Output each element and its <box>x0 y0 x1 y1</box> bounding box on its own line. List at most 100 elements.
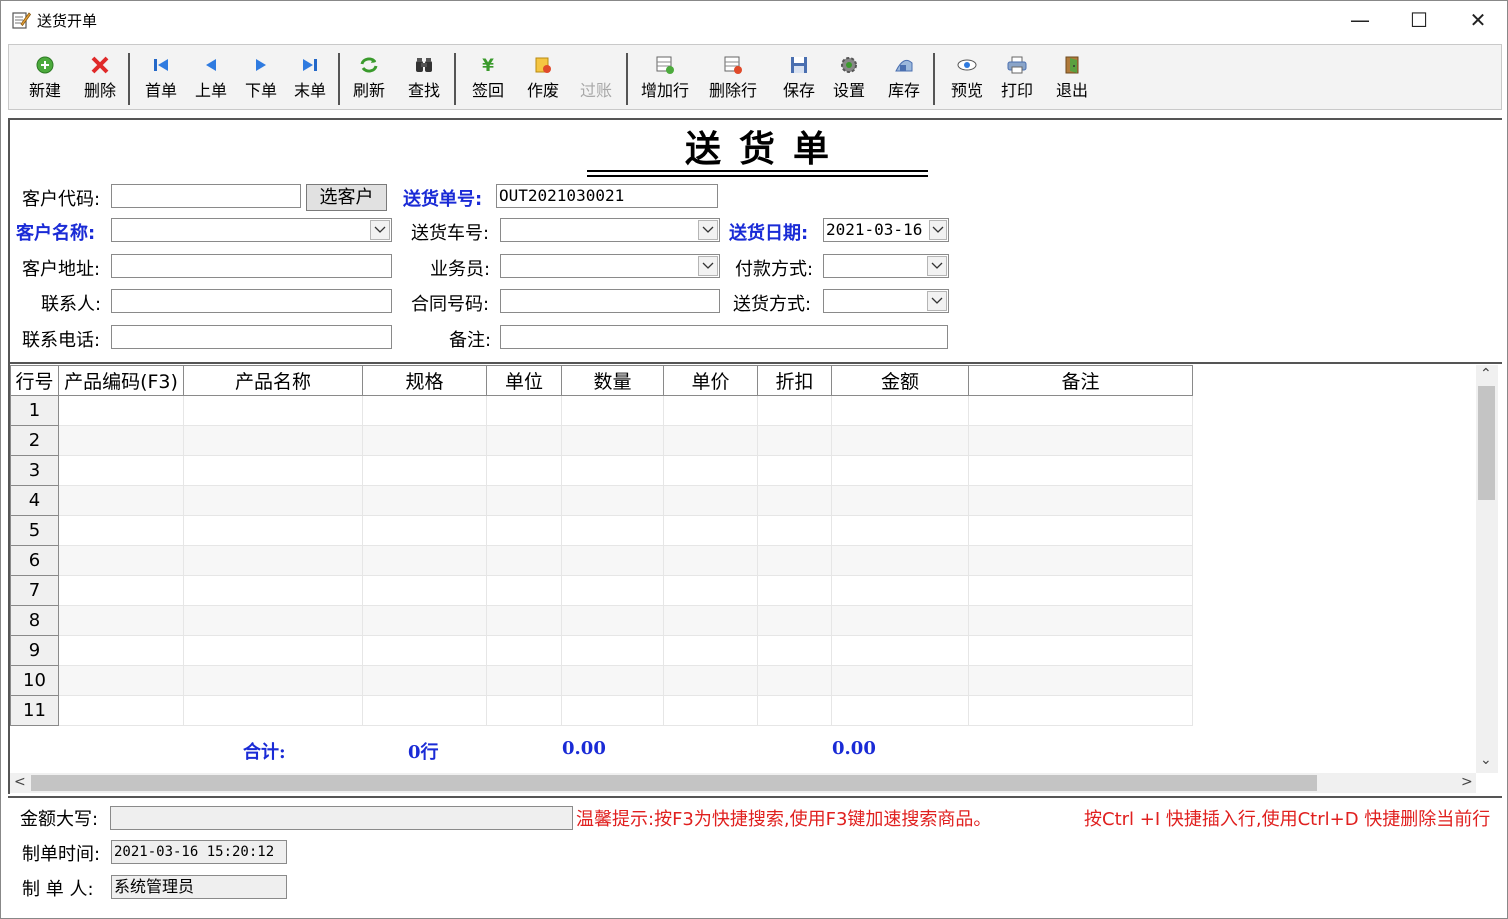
find-button[interactable]: 查找 <box>406 55 442 103</box>
scroll-up-icon[interactable]: ⌃ <box>1480 366 1492 382</box>
grid-cell[interactable] <box>58 455 184 486</box>
row-number[interactable]: 4 <box>10 485 59 516</box>
grid-column-header[interactable]: 规格 <box>362 365 487 396</box>
grid-cell[interactable] <box>486 665 562 696</box>
table-row[interactable]: 1 <box>10 395 1193 426</box>
grid-cell[interactable] <box>968 665 1193 696</box>
grid-cell[interactable] <box>58 695 184 726</box>
grid-column-header[interactable]: 金额 <box>831 365 969 396</box>
minimize-button[interactable]: — <box>1331 1 1389 39</box>
grid-cell[interactable] <box>968 485 1193 516</box>
grid-cell[interactable] <box>362 665 487 696</box>
scroll-down-icon[interactable]: ⌄ <box>1480 752 1492 768</box>
grid-cell[interactable] <box>831 485 969 516</box>
grid-cell[interactable] <box>561 425 664 456</box>
chevron-down-icon[interactable] <box>698 256 718 276</box>
grid-column-header[interactable]: 备注 <box>968 365 1193 396</box>
post-button[interactable]: 过账 <box>578 55 614 103</box>
row-number[interactable]: 2 <box>10 425 59 456</box>
contract-input[interactable] <box>500 289 720 313</box>
grid-cell[interactable] <box>968 605 1193 636</box>
row-number[interactable]: 5 <box>10 515 59 546</box>
grid-cell[interactable] <box>183 545 363 576</box>
scroll-left-icon[interactable]: < <box>14 774 26 790</box>
delete-button[interactable]: 删除 <box>82 55 118 103</box>
table-row[interactable]: 9 <box>10 635 1193 666</box>
scroll-right-icon[interactable]: > <box>1461 774 1473 790</box>
grid-column-header[interactable]: 单位 <box>486 365 562 396</box>
grid-cell[interactable] <box>58 425 184 456</box>
stock-button[interactable]: 库存 <box>886 55 922 103</box>
grid-cell[interactable] <box>58 575 184 606</box>
delivery-method-combo[interactable] <box>823 289 949 313</box>
grid-cell[interactable] <box>968 545 1193 576</box>
table-row[interactable]: 3 <box>10 455 1193 486</box>
grid-cell[interactable] <box>362 455 487 486</box>
remark-input[interactable] <box>500 325 948 349</box>
grid-cell[interactable] <box>831 545 969 576</box>
grid-cell[interactable] <box>663 545 758 576</box>
grid-cell[interactable] <box>561 665 664 696</box>
row-number[interactable]: 6 <box>10 545 59 576</box>
grid-cell[interactable] <box>831 635 969 666</box>
maximize-button[interactable]: ☐ <box>1390 1 1448 39</box>
grid-cell[interactable] <box>561 695 664 726</box>
chevron-down-icon[interactable] <box>929 220 947 240</box>
horizontal-scroll-thumb[interactable] <box>31 775 1317 791</box>
grid-cell[interactable] <box>968 695 1193 726</box>
grid-cell[interactable] <box>968 575 1193 606</box>
grid-cell[interactable] <box>831 575 969 606</box>
delete-row-button[interactable]: 删除行 <box>708 55 758 103</box>
grid-cell[interactable] <box>757 695 832 726</box>
table-row[interactable]: 2 <box>10 425 1193 456</box>
grid-cell[interactable] <box>968 425 1193 456</box>
grid-column-header[interactable]: 数量 <box>561 365 664 396</box>
exit-button[interactable]: 退出 <box>1054 55 1090 103</box>
grid-cell[interactable] <box>58 635 184 666</box>
grid-cell[interactable] <box>183 455 363 486</box>
grid-cell[interactable] <box>183 635 363 666</box>
vertical-scroll-thumb[interactable] <box>1478 386 1495 500</box>
grid-cell[interactable] <box>183 485 363 516</box>
sign-back-button[interactable]: ¥ 签回 <box>470 55 506 103</box>
delivery-date-picker[interactable]: 2021-03-16 <box>823 218 949 242</box>
grid-cell[interactable] <box>486 695 562 726</box>
grid-cell[interactable] <box>58 665 184 696</box>
grid-cell[interactable] <box>486 545 562 576</box>
grid-cell[interactable] <box>757 515 832 546</box>
grid-cell[interactable] <box>831 665 969 696</box>
grid-cell[interactable] <box>362 425 487 456</box>
row-number[interactable]: 3 <box>10 455 59 486</box>
refresh-button[interactable]: 刷新 <box>351 55 387 103</box>
grid-cell[interactable] <box>663 575 758 606</box>
select-customer-button[interactable]: 选客户 <box>306 184 387 211</box>
grid-cell[interactable] <box>663 455 758 486</box>
row-number[interactable]: 9 <box>10 635 59 666</box>
grid-cell[interactable] <box>58 515 184 546</box>
chevron-down-icon[interactable] <box>698 220 718 240</box>
grid-cell[interactable] <box>58 395 184 426</box>
table-row[interactable]: 6 <box>10 545 1193 576</box>
grid-cell[interactable] <box>663 695 758 726</box>
grid-cell[interactable] <box>831 515 969 546</box>
payment-combo[interactable] <box>823 254 949 278</box>
grid-cell[interactable] <box>663 485 758 516</box>
grid-cell[interactable] <box>757 575 832 606</box>
grid-cell[interactable] <box>486 605 562 636</box>
grid-cell[interactable] <box>183 425 363 456</box>
table-row[interactable]: 4 <box>10 485 1193 516</box>
print-button[interactable]: 打印 <box>999 55 1035 103</box>
grid-cell[interactable] <box>831 425 969 456</box>
table-row[interactable]: 8 <box>10 605 1193 636</box>
new-button[interactable]: 新建 <box>27 55 63 103</box>
grid-cell[interactable] <box>362 515 487 546</box>
contact-input[interactable] <box>111 289 392 313</box>
table-row[interactable]: 10 <box>10 665 1193 696</box>
grid-cell[interactable] <box>663 425 758 456</box>
grid-column-header[interactable]: 产品编码(F3) <box>58 365 184 396</box>
table-row[interactable]: 11 <box>10 695 1193 726</box>
grid-cell[interactable] <box>183 605 363 636</box>
table-row[interactable]: 5 <box>10 515 1193 546</box>
phone-input[interactable] <box>111 325 392 349</box>
row-number[interactable]: 11 <box>10 695 59 726</box>
